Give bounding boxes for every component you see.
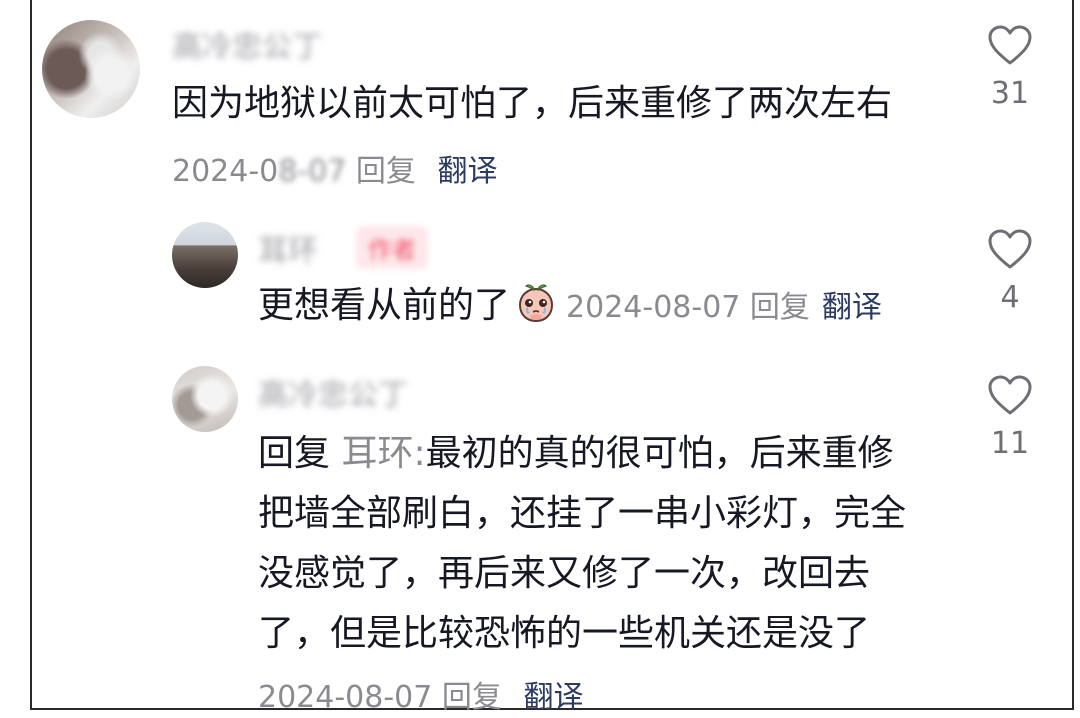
reply-button[interactable]: 回复 [442,680,502,715]
comment-text[interactable]: 回复 耳环:最初的真的很可怕，后来重修 把墙全部刷白，还挂了一串小彩灯，完全 没… [258,424,906,664]
comment-text-content: 最初的真的很可怕，后来重修 [425,433,894,474]
heart-icon [988,25,1032,65]
author-badge: 作者 [356,226,428,269]
comment-meta: 2024-08-07 回复 翻译 [258,672,583,716]
comment-date: 2024-08-07 [566,290,741,325]
comment-username[interactable]: 耳环 [258,226,318,270]
comment-text-line: 没感觉了，再后来又修了一次，改回去 [258,553,871,594]
avatar[interactable] [172,222,238,288]
reply-target-username[interactable]: 耳环: [341,433,425,474]
like-count: 4 [1000,280,1020,315]
crying-peach-emoji-icon [519,284,554,323]
like-button[interactable]: 4 [980,228,1040,315]
comment-date-blurred: 8-07 [278,154,347,189]
comment-text-line: 把墙全部刷白，还挂了一串小彩灯，完全 [258,493,907,534]
like-button[interactable]: 11 [980,374,1040,461]
comment-meta: 2024-08-07 回复 翻译 [172,146,497,190]
comment-date: 2024-08-07 [258,680,433,715]
reply-button[interactable]: 回复 [750,290,810,325]
like-button[interactable]: 31 [980,24,1040,111]
comment-text-content: 更想看从前的了 [258,285,511,326]
comment-text-line: 了，但是比较恐怖的一些机关还是没了 [258,613,871,654]
avatar[interactable] [172,366,238,432]
like-count: 31 [990,76,1030,111]
comment-text[interactable]: 因为地狱以前太可怕了，后来重修了两次左右 [172,74,892,134]
heart-icon [988,229,1032,269]
translate-button[interactable]: 翻译 [437,154,497,189]
translate-button[interactable]: 翻译 [523,680,583,715]
comment-text-line: 回复 耳环:最初的真的很可怕，后来重修 [258,424,906,484]
comment-meta: 2024-08-07 回复 翻译 [566,290,882,325]
comment-username[interactable]: 高冷忠公丁 [258,370,408,414]
comment-text[interactable]: 更想看从前的了 2024-08-07 回复 翻译 [258,276,882,338]
heart-icon [988,375,1032,415]
avatar[interactable] [42,20,140,118]
translate-button[interactable]: 翻译 [822,290,882,325]
comment-username[interactable]: 高冷忠公丁 [172,22,322,66]
reply-prefix: 回复 [258,433,331,474]
comment-date: 2024-0 [172,154,279,189]
like-count: 11 [990,426,1030,461]
reply-button[interactable]: 回复 [356,154,416,189]
